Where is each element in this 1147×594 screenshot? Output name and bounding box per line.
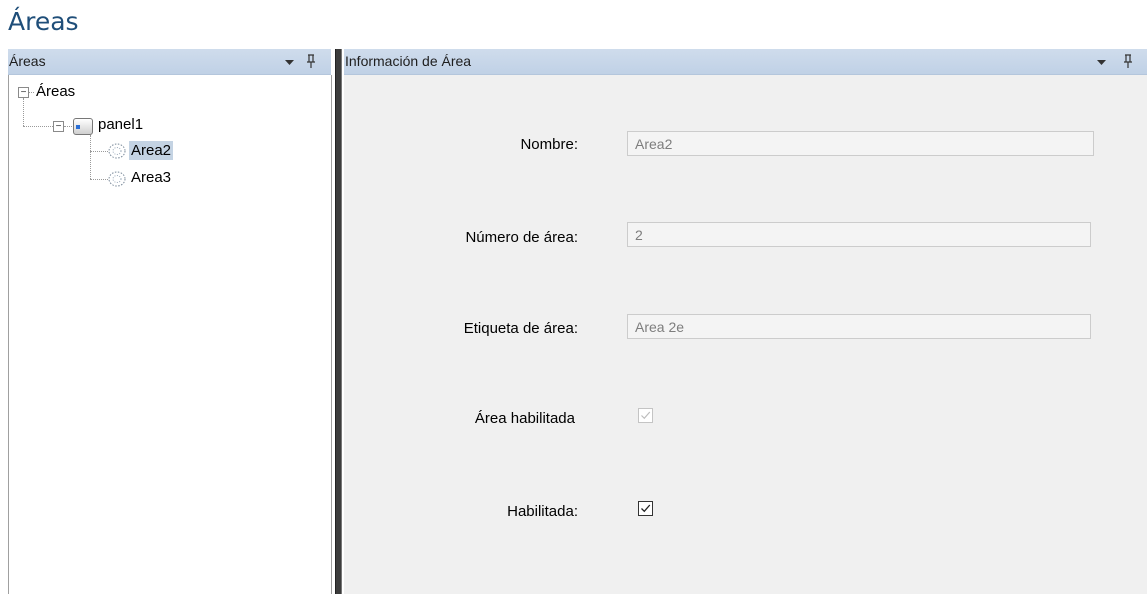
area-info-pane-header: Información de Área	[344, 49, 1147, 75]
habilitada-checkbox[interactable]	[638, 501, 653, 516]
numero-area-field[interactable]: 2	[627, 222, 1091, 247]
panel-icon	[73, 118, 93, 135]
areas-pane-header: Áreas	[8, 49, 331, 75]
area-info-form: Nombre: Area2 Número de área: 2 Etiqueta…	[344, 75, 1147, 594]
numero-label: Número de área:	[465, 229, 578, 246]
page-title: Áreas	[8, 7, 79, 36]
habilitada-label: Habilitada:	[507, 503, 578, 520]
tree-node-root[interactable]: Áreas	[34, 82, 77, 101]
checkmark-icon	[641, 504, 651, 513]
tree-node-panel[interactable]: panel1	[96, 115, 145, 134]
pane-splitter[interactable]	[335, 49, 342, 594]
areas-pane-title: Áreas	[9, 53, 46, 69]
etiqueta-area-field[interactable]: Area 2e	[627, 314, 1091, 339]
areas-tree-panel: − Áreas − panel1 Area2 Area3	[8, 75, 332, 594]
area-icon	[108, 143, 126, 159]
collapse-icon[interactable]: −	[18, 87, 29, 98]
areas-tree[interactable]: − Áreas − panel1 Area2 Area3	[9, 75, 331, 594]
collapse-icon[interactable]: −	[53, 121, 64, 132]
area-habilitada-label: Área habilitada	[474, 410, 575, 427]
tree-node-area2[interactable]: Area2	[129, 141, 174, 160]
etiqueta-label: Etiqueta de área:	[463, 320, 578, 337]
nombre-label: Nombre:	[520, 136, 578, 153]
checkmark-icon	[641, 411, 651, 420]
tree-node-area3[interactable]: Area3	[129, 168, 173, 187]
area-habilitada-checkbox[interactable]	[638, 408, 653, 423]
area-icon	[108, 171, 126, 187]
nombre-field[interactable]: Area2	[627, 131, 1094, 156]
area-info-pane-title: Información de Área	[345, 53, 472, 69]
